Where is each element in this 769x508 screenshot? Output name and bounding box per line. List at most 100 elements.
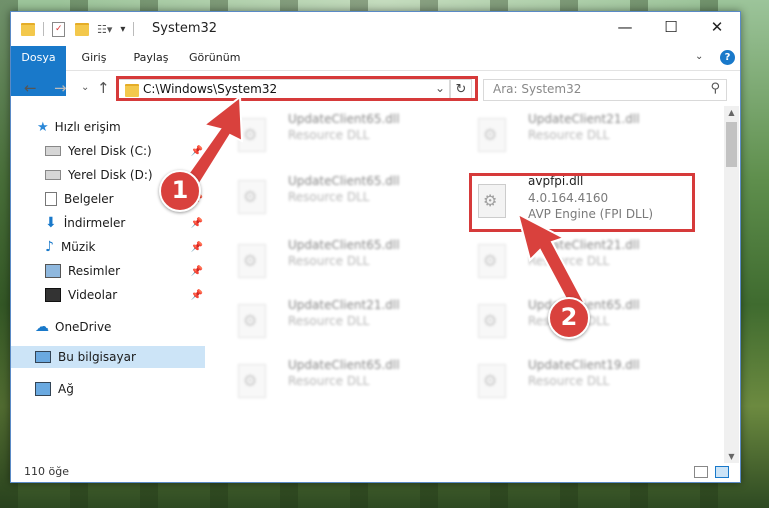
drive-icon [45,146,61,156]
file-item[interactable]: UpdateClient21.dll Resource DLL [466,108,686,158]
pin-icon[interactable]: 📌 [191,290,203,301]
explorer-window: ✓ ☷▾ ▾ System32 — ☐ ✕ Dosya Giriş Paylaş… [10,11,741,483]
tab-share[interactable]: Paylaş [131,46,171,70]
sidebar-item-videos[interactable]: Videolar 📌 [45,284,205,306]
scroll-down-icon[interactable]: ▼ [724,452,739,461]
file-description: Resource DLL [528,128,610,142]
file-description: Resource DLL [288,254,370,268]
details-view-icon[interactable] [694,466,708,478]
file-description: Resource DLL [288,314,370,328]
search-box[interactable]: Ara: System32 ⚲ [483,79,727,101]
help-icon[interactable]: ? [720,50,735,65]
sidebar-item-network[interactable]: Ağ [35,378,205,400]
file-description: Resource DLL [528,374,610,388]
maximize-button[interactable]: ☐ [648,12,694,42]
dll-file-icon [478,364,506,398]
navigation-bar: ← → ⌄ ↑ C:\Windows\System32 ⌄ ↻ Ara: Sys… [11,71,740,105]
drive-icon [45,170,61,180]
sidebar-item-downloads[interactable]: ⬇ İndirmeler 📌 [45,212,205,234]
pin-icon[interactable]: 📌 [191,266,203,277]
sidebar-item-label: İndirmeler [63,216,126,230]
recent-locations-icon[interactable]: ⌄ [81,82,89,93]
close-button[interactable]: ✕ [694,12,740,42]
sidebar-item-pictures[interactable]: Resimler 📌 [45,260,205,282]
callout-badge-1: 1 [159,170,201,212]
large-icons-view-icon[interactable] [715,466,729,478]
sidebar-item-label: OneDrive [55,320,112,334]
file-description: Resource DLL [288,128,370,142]
sidebar-item-label: Yerel Disk (D:) [68,168,153,182]
item-count: 110 öğe [24,465,69,478]
sidebar-item-label: Resimler [68,264,121,278]
sidebar-item-music[interactable]: ♪ Müzik 📌 [45,236,205,258]
music-icon: ♪ [45,239,54,255]
pin-icon[interactable]: 📌 [191,242,203,253]
search-input[interactable]: Ara: System32 [493,82,581,96]
document-icon [45,192,57,206]
pin-icon[interactable]: 📌 [191,218,203,229]
dll-file-icon [478,304,506,338]
sidebar-item-label: Videolar [68,288,118,302]
file-description: Resource DLL [288,190,370,204]
dll-file-icon [478,244,506,278]
file-name: UpdateClient65.dll [288,358,400,372]
folder-icon [21,22,35,36]
file-name: UpdateClient65.dll [288,174,400,188]
dll-file-icon [238,304,266,338]
file-description: Resource DLL [288,374,370,388]
sidebar-item-label: Ağ [58,382,74,396]
up-button[interactable]: ↑ [97,79,110,97]
title-bar: ✓ ☷▾ ▾ System32 — ☐ ✕ [11,12,740,46]
properties-icon[interactable]: ✓ [52,21,65,37]
vertical-scrollbar[interactable]: ▲ ▼ [724,106,739,463]
sidebar-item-label: Belgeler [64,192,114,206]
sidebar-item-this-pc[interactable]: Bu bilgisayar [11,346,205,368]
dll-file-icon [478,118,506,152]
scroll-thumb[interactable] [726,122,737,167]
toolbar-separator [43,22,44,36]
customize-icon[interactable]: ☷▾ [97,23,112,36]
sidebar-item-label: Bu bilgisayar [58,350,136,364]
file-item[interactable]: UpdateClient65.dll Resource DLL [226,234,446,284]
status-bar: 110 öğe [11,463,740,482]
dll-file-icon [238,364,266,398]
file-item[interactable]: UpdateClient19.dll Resource DLL [466,354,686,404]
file-item[interactable]: UpdateClient65.dll Resource DLL [226,170,446,220]
back-button[interactable]: ← [24,79,37,97]
scroll-up-icon[interactable]: ▲ [724,108,739,117]
file-item[interactable]: UpdateClient65.dll Resource DLL [226,108,446,158]
window-title: System32 [152,21,218,36]
cloud-icon: ☁ [35,319,49,335]
sidebar-item-label: Yerel Disk (C:) [68,144,152,158]
file-name: UpdateClient65.dll [288,112,400,126]
callout-badge-2: 2 [548,297,590,339]
ribbon-expand-icon[interactable]: ⌄ [695,51,703,62]
new-folder-icon[interactable] [75,22,89,36]
file-name: UpdateClient21.dll [288,298,400,312]
video-icon [45,288,61,302]
sidebar-item-label: Müzik [60,240,96,254]
sidebar-item-label: Hızlı erişim [54,120,121,134]
ribbon-tabs: Dosya Giriş Paylaş Görünüm ⌄ ? [11,46,740,96]
arrow-2-shape [516,212,586,312]
toolbar-separator [133,22,135,36]
file-item[interactable]: UpdateClient65.dll Resource DLL [226,354,446,404]
dll-file-icon [238,244,266,278]
file-name: UpdateClient21.dll [528,112,640,126]
dropdown-arrow-icon[interactable]: ▾ [120,24,125,35]
star-icon: ★ [37,119,49,135]
quick-access-toolbar: ✓ ☷▾ ▾ [21,21,135,37]
file-name: UpdateClient65.dll [288,238,400,252]
network-icon [35,382,51,396]
tab-view[interactable]: Görünüm [189,46,240,70]
minimize-button[interactable]: — [602,12,648,42]
forward-button[interactable]: → [54,79,67,97]
file-item[interactable]: UpdateClient21.dll Resource DLL [226,294,446,344]
tab-home[interactable]: Giriş [79,46,109,70]
sidebar-item-onedrive[interactable]: ☁ OneDrive [35,316,205,338]
computer-icon [35,351,51,363]
file-list: UpdateClient65.dll Resource DLL UpdateCl… [216,108,721,463]
download-icon: ⬇ [45,215,57,231]
image-icon [45,264,61,278]
search-icon[interactable]: ⚲ [710,81,720,96]
